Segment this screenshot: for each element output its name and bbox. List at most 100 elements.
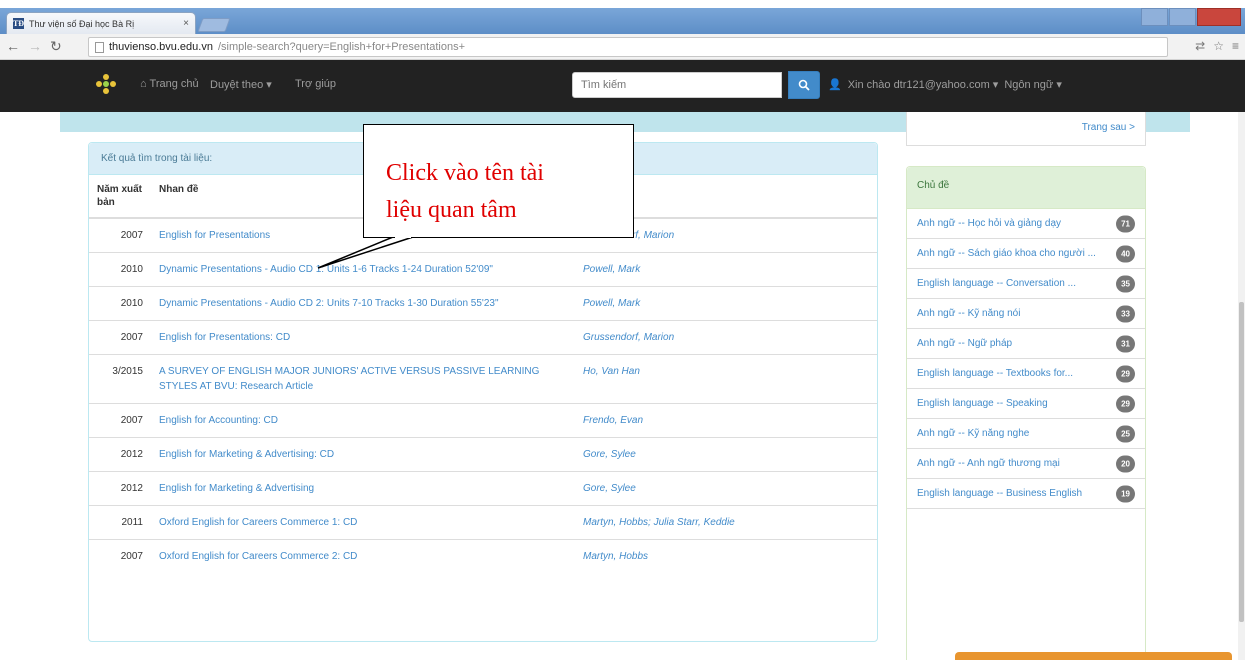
callout-line-1: Click vào tên tài — [386, 160, 544, 186]
page-scrollbar[interactable] — [1238, 112, 1245, 660]
table-row: 2007 Oxford English for Careers Commerce … — [89, 539, 877, 573]
row-year: 2007 — [89, 539, 151, 573]
facet-label: English language -- Conversation ... — [917, 278, 1076, 289]
nav-home-link[interactable]: ⌂ Trang chủ — [140, 78, 199, 90]
row-title-link[interactable]: Dynamic Presentations - Audio CD 2: Unit… — [151, 286, 575, 321]
row-title-link[interactable]: Oxford English for Careers Commerce 1: C… — [151, 505, 575, 540]
url-path: /simple-search?query=English+for+Present… — [217, 41, 465, 53]
callout-line-2: liệu quan tâm — [386, 197, 517, 223]
row-title-link[interactable]: English for Accounting: CD — [151, 403, 575, 438]
scrollbar-thumb[interactable] — [1239, 302, 1244, 622]
table-row: 2011 Oxford English for Careers Commerce … — [89, 505, 877, 540]
user-icon: 👤 — [828, 79, 842, 91]
row-title-link[interactable]: A SURVEY OF ENGLISH MAJOR JUNIORS' ACTIV… — [151, 354, 575, 404]
row-year: 2011 — [89, 505, 151, 540]
facet-count-badge: 71 — [1116, 215, 1135, 232]
table-row: 3/2015 A SURVEY OF ENGLISH MAJOR JUNIORS'… — [89, 354, 877, 404]
next-page-link[interactable]: Trang sau > — [1082, 122, 1135, 133]
row-author-link[interactable]: Gore, Sylee — [575, 471, 877, 506]
row-year: 2010 — [89, 286, 151, 321]
nav-home-label: Trang chủ — [149, 78, 199, 90]
row-title-link[interactable]: English for Presentations: CD — [151, 320, 575, 355]
translate-icon[interactable]: ⇄ — [1195, 39, 1205, 53]
bookmark-star-icon[interactable]: ☆ — [1213, 39, 1224, 53]
facet-count-badge: 31 — [1116, 335, 1135, 352]
search-button[interactable] — [788, 71, 820, 99]
facet-item[interactable]: Anh ngữ -- Kỹ năng nghe 25 — [907, 419, 1145, 449]
user-menu-dropdown[interactable]: Xin chào dtr121@yahoo.com ▾ — [848, 78, 999, 91]
row-year: 2012 — [89, 471, 151, 506]
facet-item[interactable]: Anh ngữ -- Anh ngữ thương mại 20 — [907, 449, 1145, 479]
facet-item[interactable]: Anh ngữ -- Học hỏi và giảng dạy 71 — [907, 209, 1145, 239]
new-tab-button[interactable] — [197, 18, 231, 32]
row-author-link[interactable]: Martyn, Hobbs — [575, 539, 877, 573]
row-title-link[interactable]: Dynamic Presentations - Audio CD 1: Unit… — [151, 252, 575, 287]
menu-icon[interactable]: ≡ — [1232, 39, 1239, 53]
column-header-year[interactable]: Năm xuất bản — [89, 175, 151, 219]
language-dropdown[interactable]: Ngôn ngữ ▾ — [1004, 78, 1062, 91]
row-year: 2012 — [89, 437, 151, 472]
site-favicon-icon: TĐ — [12, 18, 25, 29]
table-row: 2007 English for Presentations: CD Grussen… — [89, 320, 877, 355]
row-year: 2007 — [89, 320, 151, 355]
row-title-link[interactable]: Oxford English for Careers Commerce 2: C… — [151, 539, 575, 573]
window-controls — [1141, 8, 1241, 26]
browser-tab[interactable]: TĐ Thư viện số Đại học Bà Rị × — [6, 12, 196, 34]
facet-label: Anh ngữ -- Sách giáo khoa cho người ... — [917, 248, 1096, 259]
table-row: 2012 English for Marketing & Advertising G… — [89, 471, 877, 506]
row-author-link[interactable]: Frendo, Evan — [575, 403, 877, 438]
user-area: 👤 Xin chào dtr121@yahoo.com ▾ Ngôn ngữ ▾ — [828, 78, 1062, 91]
search-input[interactable] — [572, 72, 782, 98]
browser-right-tools: ⇄ ☆ ≡ — [1195, 39, 1239, 53]
row-title-link[interactable]: English for Marketing & Advertising: CD — [151, 437, 575, 472]
facet-heading: Chủ đề — [907, 167, 1145, 209]
address-bar[interactable]: thuvienso.bvu.edu.vn/simple-search?query… — [88, 37, 1168, 57]
document-caption-strip — [0, 0, 1245, 8]
row-year: 3/2015 — [89, 354, 151, 404]
browser-toolbar: ← → ↻ thuvienso.bvu.edu.vn/simple-search… — [0, 34, 1245, 60]
row-author-link[interactable]: Powell, Mark — [575, 252, 877, 287]
window-close-button[interactable] — [1197, 8, 1241, 26]
browser-tabstrip: TĐ Thư viện số Đại học Bà Rị × — [0, 8, 1245, 34]
facet-item[interactable]: Anh ngữ -- Kỹ năng nói 33 — [907, 299, 1145, 329]
facet-label: Anh ngữ -- Học hỏi và giảng dạy — [917, 218, 1061, 229]
facet-item[interactable]: English language -- Business English 19 — [907, 479, 1145, 509]
facet-label: Anh ngữ -- Ngữ pháp — [917, 338, 1013, 349]
facet-label: English language -- Textbooks for... — [917, 368, 1074, 379]
facet-label: Anh ngữ -- Kỹ năng nghe — [917, 428, 1030, 439]
site-navbar: ⌂ Trang chủ Duyệt theo ▾ Trợ giúp 👤 Xin … — [0, 60, 1245, 112]
facet-count-badge: 20 — [1116, 455, 1135, 472]
facet-item[interactable]: Anh ngữ -- Sách giáo khoa cho người ... 4… — [907, 239, 1145, 269]
facet-count-badge: 35 — [1116, 275, 1135, 292]
facet-item[interactable]: English language -- Textbooks for... 29 — [907, 359, 1145, 389]
table-row: 2010 Dynamic Presentations - Audio CD 1: … — [89, 252, 877, 287]
facet-count-badge: 40 — [1116, 245, 1135, 262]
page-icon — [95, 41, 104, 53]
row-author-link[interactable]: Gore, Sylee — [575, 437, 877, 472]
facet-count-badge: 25 — [1116, 425, 1135, 442]
facet-count-badge: 33 — [1116, 305, 1135, 322]
row-year: 2007 — [89, 403, 151, 438]
row-author-link[interactable]: Powell, Mark — [575, 286, 877, 321]
site-logo-icon[interactable] — [96, 74, 116, 94]
facet-count-badge: 19 — [1116, 485, 1135, 502]
facet-item[interactable]: Anh ngữ -- Ngữ pháp 31 — [907, 329, 1145, 359]
maximize-button[interactable] — [1169, 8, 1196, 26]
row-title-link[interactable]: English for Marketing & Advertising — [151, 471, 575, 506]
back-arrow-icon[interactable]: ← — [6, 38, 20, 55]
tab-close-icon[interactable]: × — [183, 18, 189, 29]
facet-item[interactable]: English language -- Speaking 29 — [907, 389, 1145, 419]
browser-nav-buttons: ← → ↻ — [6, 38, 62, 55]
nav-browse-dropdown[interactable]: Duyệt theo ▾ — [210, 78, 272, 91]
reload-icon[interactable]: ↻ — [50, 38, 62, 55]
facet-item[interactable]: English language -- Conversation ... 35 — [907, 269, 1145, 299]
feedback-tab[interactable] — [955, 652, 1232, 660]
row-author-link[interactable]: Grussendorf, Marion — [575, 320, 877, 355]
table-row: 2010 Dynamic Presentations - Audio CD 2: … — [89, 286, 877, 321]
minimize-button[interactable] — [1141, 8, 1168, 26]
nav-help-link[interactable]: Trợ giúp — [295, 78, 336, 90]
row-author-link[interactable]: Ho, Van Han — [575, 354, 877, 404]
facet-label: English language -- Speaking — [917, 398, 1048, 409]
row-author-link[interactable]: Martyn, Hobbs; Julia Starr, Keddie — [575, 505, 877, 540]
forward-arrow-icon[interactable]: → — [28, 38, 42, 55]
